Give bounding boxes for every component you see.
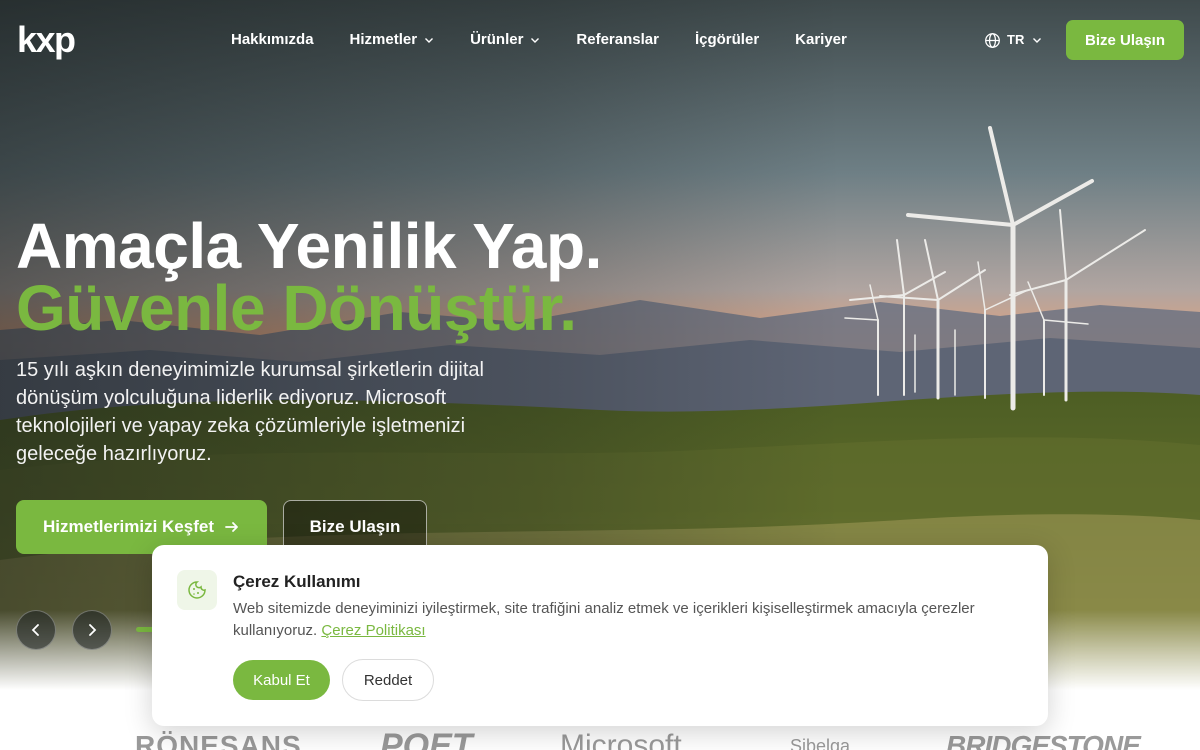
cookie-policy-link[interactable]: Çerez Politikası [321,622,425,639]
language-selector[interactable]: TR [984,30,1042,50]
client-logo: POET [380,727,473,750]
menu-item-label: Kariyer [795,31,847,48]
chevron-down-icon [1033,38,1042,43]
client-logo: Microsoft [560,729,682,750]
contact-button[interactable]: Bize Ulaşın [1066,20,1184,60]
client-logos-strip: RÖNESANS POET Microsoft Sibelga BRIDGEST… [0,726,1200,750]
menu-item-label: Hakkımızda [231,31,314,48]
cookie-icon [177,570,217,610]
top-navigation: kxp Hakkımızda Hizmetler Ürünler Referan… [0,0,1200,80]
menu-item-hizmetler[interactable]: Hizmetler [350,30,435,50]
menu-item-referanslar[interactable]: Referanslar [576,30,659,50]
menu-item-urunler[interactable]: Ürünler [470,30,540,50]
client-logo: BRIDGESTONE [946,730,1141,750]
kxp-logo[interactable]: kxp [17,20,76,60]
chevron-right-icon [89,624,97,636]
menu-item-kariyer[interactable]: Kariyer [795,30,847,50]
language-code: TR [1007,32,1025,47]
menu-item-label: Hizmetler [349,31,418,48]
cookie-title: Çerez Kullanımı [233,572,361,591]
hero-headline-accent: Güvenle Dönüştür. [16,272,577,344]
chevron-left-icon [31,624,39,636]
hero-headline: Amaçla Yenilik Yap. [16,210,602,282]
menu-item-label: Ürünler [470,31,524,48]
client-logo: Sibelga [790,736,851,750]
main-menu: Hakkımızda Hizmetler Ürünler Referanslar… [231,30,883,50]
menu-item-label: İçgörüler [694,31,760,48]
menu-item-icgoruler[interactable]: İçgörüler [695,30,759,50]
menu-item-label: Referanslar [576,31,659,48]
chevron-down-icon [531,38,540,43]
slider-next-button[interactable] [72,610,112,650]
explore-services-label: Hizmetlerimizi Keşfet [43,517,214,536]
client-logo: RÖNESANS [135,730,302,750]
chevron-down-icon [425,38,434,43]
cookie-consent-banner: Çerez Kullanımı Web sitemizde deneyimini… [152,545,1048,726]
menu-item-hakkimizda[interactable]: Hakkımızda [231,30,314,50]
accept-cookies-button[interactable]: Kabul Et [233,660,330,700]
slider-prev-button[interactable] [16,610,56,650]
reject-cookies-button[interactable]: Reddet [342,659,434,701]
hero-description: 15 yılı aşkın deneyimimizle kurumsal şir… [16,359,484,465]
cookie-description: Web sitemizde deneyiminizi iyileştirmek,… [233,598,1003,642]
globe-icon [985,32,1000,48]
arrow-right-icon [225,522,238,532]
